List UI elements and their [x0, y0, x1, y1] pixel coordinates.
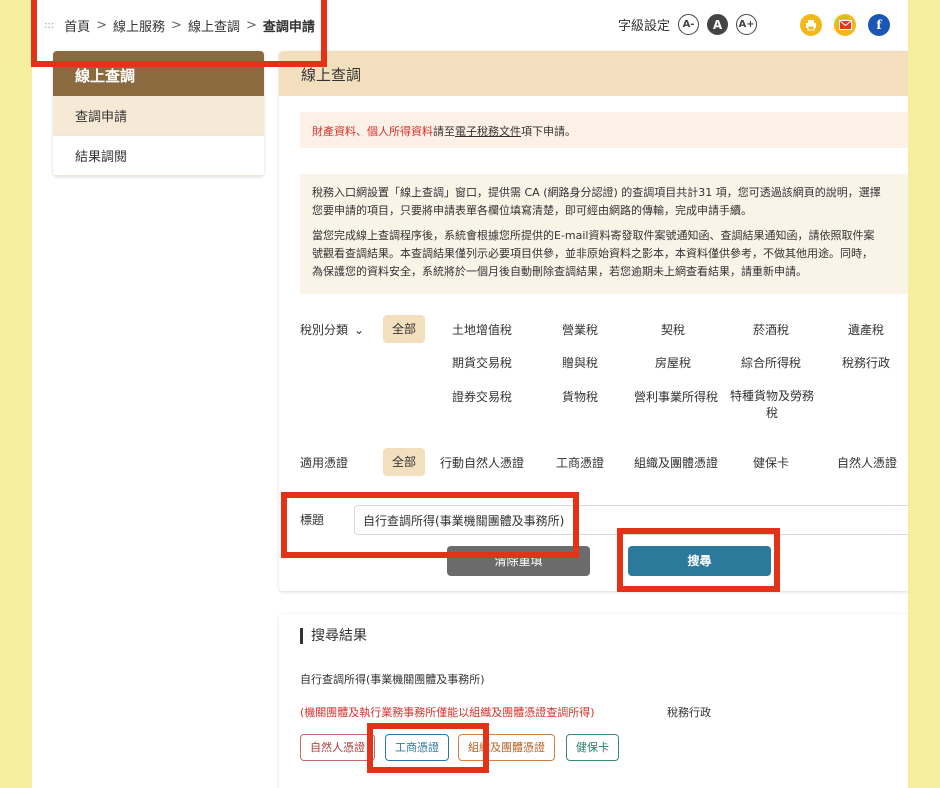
facebook-icon[interactable]: f: [868, 14, 890, 36]
sidebar-title: 線上查調: [53, 51, 264, 96]
notice-box: 財產資料、個人所得資料請至電子稅務文件項下申請。: [300, 112, 908, 148]
search-button[interactable]: 搜尋: [628, 546, 771, 576]
breadcrumb-online-inquiry[interactable]: 線上查調: [188, 16, 240, 35]
cert-filter-item[interactable]: 組織及團體憑證: [629, 454, 723, 471]
sidebar-item-result-view[interactable]: 結果調閱: [53, 136, 264, 176]
intro-line: 當您完成線上查調程序後，系統會根據您所提供的E-mail資料寄發取件案號通知函、…: [312, 229, 875, 242]
breadcrumb-separator: >: [245, 18, 257, 33]
breadcrumb-online-services[interactable]: 線上服務: [113, 16, 165, 35]
font-size-small-button[interactable]: A-: [678, 14, 700, 35]
tax-filter-item[interactable]: 土地增值稅: [445, 321, 519, 338]
intro-box: 稅務入口網設置「線上查調」窗口，提供需 CA (網路身分認證) 的查調項目共計3…: [300, 174, 908, 294]
notice-income-data: 個人所得資料: [367, 125, 433, 138]
chevron-down-icon: ⌄: [354, 323, 365, 337]
intro-line: 為保護您的資料安全，系統將於一個月後自動刪除查調結果，若您逾期未上網查看結果，請…: [312, 265, 807, 278]
font-size-setting: 字級設定 A- A A+: [618, 14, 758, 35]
tax-filter-item-line: 特種貨物及勞務: [729, 389, 814, 403]
breadcrumb-current: 查調申請: [262, 20, 315, 35]
tax-filter-item[interactable]: 房屋稅: [640, 354, 706, 371]
breadcrumb-home[interactable]: 首頁: [64, 16, 90, 35]
tax-filter-item[interactable]: 期貨交易稅: [445, 354, 519, 371]
tax-filter-item-line: 稅: [765, 406, 778, 420]
notice-text-end: 項下申請。: [521, 125, 576, 138]
tax-filter-item[interactable]: 貨物稅: [547, 388, 613, 405]
search-results-panel: 搜尋結果 自行查調所得(事業機關團體及事務所) (機關團體及執行業務事務所僅能以…: [279, 614, 908, 788]
main-title: 線上查調: [279, 51, 908, 96]
tax-filter-item[interactable]: 營利事業所得稅: [631, 388, 721, 405]
mail-icon[interactable]: [834, 14, 856, 36]
tax-filter-item[interactable]: 遺產稅: [831, 321, 901, 338]
intro-line: 您要申請的項目，只要將申請表單各欄位填寫清楚，即可經由網路的傳輸，完成申請手續。: [312, 204, 752, 217]
tag-business-cert[interactable]: 工商憑證: [385, 734, 449, 761]
cert-filter-item[interactable]: 行動自然人憑證: [437, 454, 527, 471]
title-label: 標題: [300, 513, 325, 527]
results-heading: 搜尋結果: [300, 628, 367, 644]
cert-filter-item[interactable]: 健保卡: [741, 454, 801, 471]
breadcrumb-separator: >: [171, 18, 182, 33]
cert-filter-all[interactable]: 全部: [383, 448, 425, 476]
title-input[interactable]: 自行查調所得(事業機關團體及事務所): [354, 505, 908, 535]
breadcrumb-dots-icon: :::: [44, 20, 55, 31]
font-size-label: 字級設定: [618, 19, 671, 34]
top-bar: ::: 首頁 > 線上服務 > 線上查調 > 查調申請 字級設定 A- A A+…: [32, 0, 908, 50]
e-tax-documents-link[interactable]: 電子稅務文件: [455, 125, 521, 138]
share-toolbar: f: [800, 14, 890, 36]
intro-line: 稅務入口網設置「線上查調」窗口，提供需 CA (網路身分認證) 的查調項目共計3…: [312, 186, 881, 199]
result-item-category: 稅務行政: [667, 706, 711, 719]
main-panel: 線上查調 財產資料、個人所得資料請至電子稅務文件項下申請。 稅務入口網設置「線上…: [279, 51, 908, 591]
tax-filter-item[interactable]: 贈與稅: [547, 354, 613, 371]
font-size-medium-button[interactable]: A: [707, 14, 729, 35]
font-size-large-button[interactable]: A+: [736, 14, 758, 35]
tax-filter-item[interactable]: 稅務行政: [831, 354, 901, 371]
tax-filter-item[interactable]: 營業稅: [547, 321, 613, 338]
sidebar-item-inquiry-apply[interactable]: 查調申請: [53, 96, 264, 136]
cert-filter-item[interactable]: 工商憑證: [547, 454, 613, 471]
breadcrumb-separator: >: [96, 18, 108, 33]
result-item-note: (機關團體及執行業務事務所僅能以組織及團體憑證查調所得): [300, 706, 595, 719]
tax-filter-item[interactable]: 綜合所得稅: [734, 354, 808, 371]
tax-filter-item[interactable]: 特種貨物及勞務 稅: [727, 388, 817, 422]
intro-line: 號觀看查調結果。本查調結果僅列示必要項目供參，並非原始資料之影本，本資料僅供參考…: [312, 247, 873, 260]
notice-separator: 、: [356, 125, 367, 138]
result-item-name[interactable]: 自行查調所得(事業機關團體及事務所): [300, 671, 485, 687]
printer-icon[interactable]: [800, 14, 822, 36]
tag-health-card[interactable]: 健保卡: [566, 734, 619, 761]
breadcrumb: ::: 首頁 > 線上服務 > 線上查調 > 查調申請: [44, 16, 315, 35]
tax-filter-item[interactable]: 證券交易稅: [445, 388, 519, 405]
tax-category-label: 稅別分類: [300, 323, 349, 337]
tax-filter-all[interactable]: 全部: [383, 315, 425, 343]
page: ::: 首頁 > 線上服務 > 線上查調 > 查調申請 字級設定 A- A A+…: [32, 0, 908, 788]
tax-filter-item[interactable]: 契稅: [640, 321, 706, 338]
sidebar: 線上查調 查調申請 結果調閱: [53, 51, 264, 176]
tax-category-toggle[interactable]: 稅別分類 ⌄: [300, 321, 364, 338]
tag-natural-person-cert[interactable]: 自然人憑證: [300, 734, 375, 761]
tag-organization-cert[interactable]: 組織及團體憑證: [458, 734, 555, 761]
cert-filter-label: 適用憑證: [300, 456, 349, 470]
tax-filter-item[interactable]: 菸酒稅: [734, 321, 808, 338]
notice-property-data: 財產資料: [312, 125, 356, 138]
cert-filter-item[interactable]: 自然人憑證: [827, 454, 907, 471]
notice-text: 請至: [433, 125, 455, 138]
clear-button[interactable]: 清除重填: [447, 546, 590, 576]
